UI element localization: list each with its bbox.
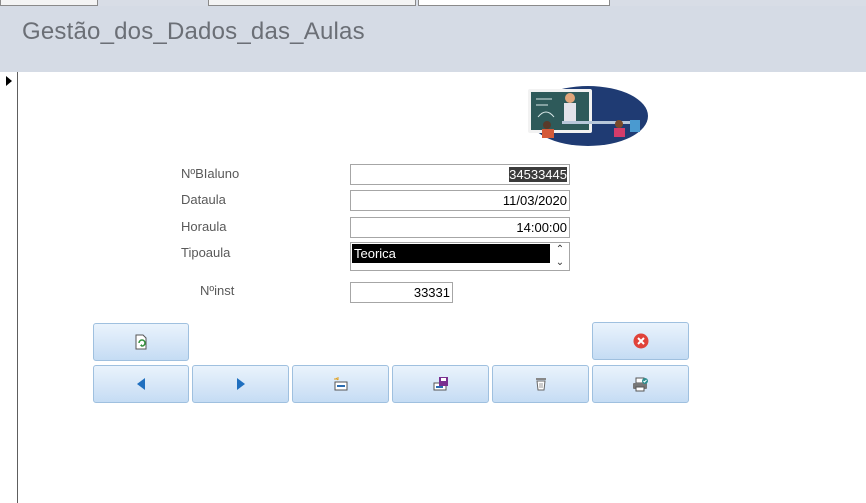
close-circle-icon xyxy=(633,333,649,349)
refresh-button[interactable] xyxy=(93,323,189,361)
current-record-icon xyxy=(6,76,12,86)
label-dataula: Dataula xyxy=(181,192,226,207)
tipoaula-listbox[interactable]: Teorica ⌃ ⌄ xyxy=(350,242,570,271)
scroll-up-icon[interactable]: ⌃ xyxy=(552,243,568,256)
nbialuno-field[interactable]: 34533445 xyxy=(350,164,570,185)
delete-record-button[interactable] xyxy=(492,365,589,403)
tipoaula-selected-item[interactable]: Teorica xyxy=(352,244,550,263)
scroll-down-icon[interactable]: ⌄ xyxy=(552,256,568,269)
tipoaula-scrollbar[interactable]: ⌃ ⌄ xyxy=(552,243,568,270)
save-icon xyxy=(433,377,449,391)
ninst-field[interactable]: 33331 xyxy=(350,282,453,303)
new-record-button[interactable] xyxy=(292,365,389,403)
record-selector[interactable] xyxy=(0,72,18,503)
previous-record-icon xyxy=(136,378,146,390)
previous-record-button[interactable] xyxy=(93,365,189,403)
next-record-button[interactable] xyxy=(192,365,289,403)
print-record-button[interactable] xyxy=(592,365,689,403)
nbialuno-value: 34533445 xyxy=(509,167,567,182)
close-form-button[interactable] xyxy=(592,322,689,360)
label-horaula: Horaula xyxy=(181,219,227,234)
next-record-icon xyxy=(236,378,246,390)
save-record-button[interactable] xyxy=(392,365,489,403)
horaula-field[interactable]: 14:00:00 xyxy=(350,217,570,238)
label-nbialuno: NºBIaluno xyxy=(181,166,240,181)
print-icon xyxy=(632,377,649,392)
label-tipoaula: Tipoaula xyxy=(181,245,231,260)
form-header: Gestão_dos_Dados_das_Aulas xyxy=(0,6,866,72)
classroom-logo-image xyxy=(522,85,649,147)
new-record-icon xyxy=(333,377,349,391)
refresh-icon xyxy=(133,334,149,350)
label-ninst: Nºinst xyxy=(200,283,235,298)
dataula-field[interactable]: 11/03/2020 xyxy=(350,190,570,211)
form-title: Gestão_dos_Dados_das_Aulas xyxy=(22,18,365,45)
delete-icon xyxy=(535,377,547,391)
